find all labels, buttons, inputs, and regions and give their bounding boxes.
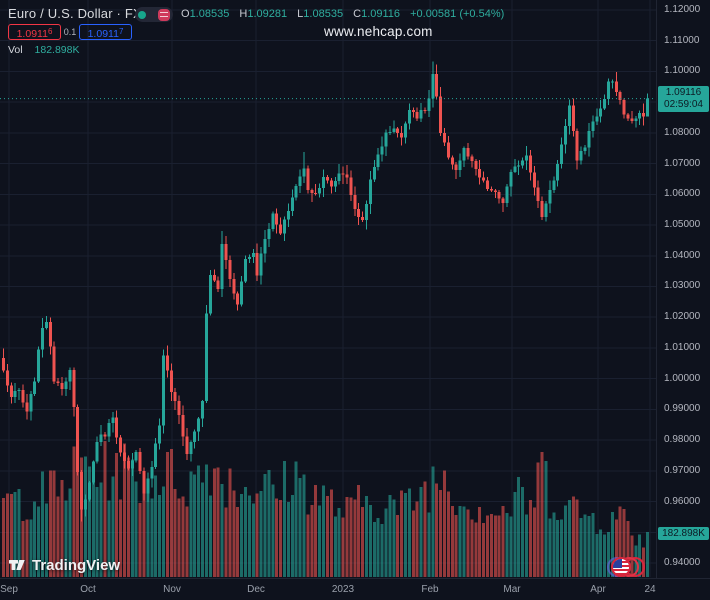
time-axis-label: Apr — [590, 584, 606, 595]
price-axis-label: 1.12000 — [664, 4, 701, 15]
price-axis-label: 0.94000 — [664, 556, 701, 568]
tradingview-chart-window: Euro / U.S. Dollar · FXCM O1.08535 H1.09… — [0, 0, 710, 600]
market-status-dot-icon — [138, 10, 146, 19]
time-axis-label: 2023 — [331, 584, 355, 595]
buy-ask-button[interactable]: 1.09117 — [79, 24, 132, 40]
price-axis-label: 1.02000 — [664, 311, 701, 323]
close-value: 1.09116 — [361, 8, 401, 20]
tradingview-logo-icon — [9, 560, 25, 570]
price-axis-label: 0.97000 — [664, 464, 701, 476]
price-axis-label: 1.04000 — [664, 249, 701, 261]
volume-readout: Vol 182.898K — [8, 44, 80, 56]
last-price-value: 1.09116 — [665, 87, 702, 98]
price-axis-label: 1.03000 — [664, 280, 701, 292]
close-label: C — [353, 8, 362, 20]
price-axis-label: 1.07000 — [664, 157, 701, 169]
time-axis-label: Dec — [247, 584, 265, 595]
open-label: O — [181, 8, 190, 20]
tradingview-logo[interactable]: TradingView — [8, 556, 120, 574]
open-value: 1.08535 — [189, 8, 230, 20]
volume-axis-badge: 182.898K — [658, 527, 709, 540]
time-axis-label: Nov — [163, 584, 181, 595]
spread-value: 0.1 — [63, 27, 77, 37]
candle-countdown: 02:59:04 — [664, 99, 703, 110]
price-axis-label: 1.08000 — [664, 126, 701, 138]
price-axis-label: 0.99000 — [664, 403, 701, 415]
last-price-badge: 1.09116 02:59:04 — [658, 86, 709, 112]
watermark-text: www.nehcap.com — [324, 24, 433, 39]
sell-bid-button[interactable]: 1.09116 — [8, 24, 61, 40]
legend-visibility-toggle[interactable] — [135, 7, 173, 22]
time-axis[interactable]: Sep Oct Nov Dec 2023 Feb Mar Apr 24 — [0, 578, 710, 600]
ohlc-readout: O1.08535 H1.09281 L1.08535 C1.09116 +0.0… — [181, 8, 504, 20]
price-axis[interactable]: 0.940000.950000.960000.970000.980000.990… — [656, 0, 710, 578]
time-axis-label: Feb — [421, 584, 439, 595]
price-axis-label: 0.98000 — [664, 434, 701, 446]
price-axis-label: 1.01000 — [664, 341, 701, 353]
price-axis-label: 1.05000 — [664, 219, 701, 231]
price-axis-label: 1.11000 — [664, 34, 700, 46]
legend-menu-icon[interactable] — [158, 8, 170, 21]
price-axis-label: 1.10000 — [664, 65, 701, 77]
high-value: 1.09281 — [247, 8, 288, 20]
price-axis-label: 1.06000 — [664, 188, 701, 200]
time-axis-label: 24 — [644, 584, 656, 595]
change-readout: +0.00581 (+0.54%) — [410, 8, 505, 20]
low-value: 1.08535 — [303, 8, 344, 20]
volume-value: 182.898K — [34, 44, 80, 56]
time-axis-label: Oct — [80, 584, 96, 595]
tradingview-logo-text: TradingView — [32, 556, 121, 574]
volume-label: Vol — [8, 44, 23, 56]
price-axis-label: 1.00000 — [664, 372, 701, 384]
price-axis-label: 0.96000 — [664, 495, 701, 507]
time-axis-label: Mar — [503, 584, 521, 595]
chart-canvas[interactable] — [0, 0, 710, 600]
bid-fractional-digit: 6 — [47, 27, 53, 36]
time-axis-label: Sep — [0, 584, 18, 595]
ask-fractional-digit: 7 — [118, 27, 124, 36]
